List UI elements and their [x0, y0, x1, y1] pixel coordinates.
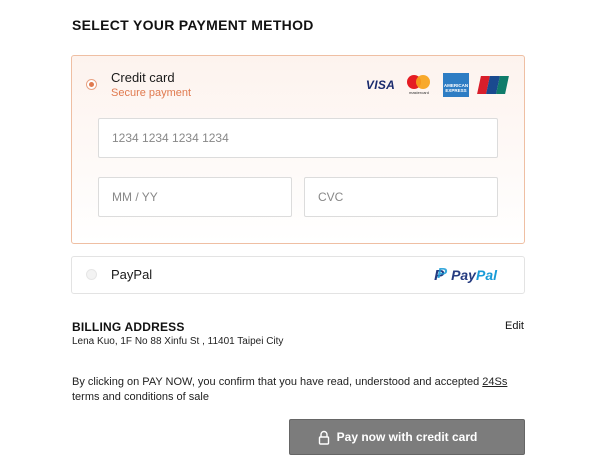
- paypal-wordmark: PayPal: [451, 267, 497, 283]
- billing-address-text: Lena Kuo, 1F No 88 Xinfu St , 11401 Taip…: [72, 336, 284, 347]
- secure-payment-label: Secure payment: [111, 87, 192, 99]
- amex-logo: AMERICAN EXPRESS: [443, 73, 469, 97]
- terms-link[interactable]: 24Ss: [482, 376, 507, 388]
- paypal-option[interactable]: PayPal PP PayPal: [71, 256, 525, 294]
- visa-logo: VISA: [365, 78, 396, 92]
- card-brands: VISA mastercard AMERICAN EXPRESS: [365, 73, 509, 97]
- billing-address-title: BILLING ADDRESS: [72, 320, 185, 334]
- pay-now-label: Pay now with credit card: [336, 430, 478, 444]
- terms-notice: By clicking on PAY NOW, you confirm that…: [72, 375, 532, 405]
- radio-unselected-icon[interactable]: [86, 269, 97, 280]
- radio-selected-icon[interactable]: [86, 79, 97, 90]
- lock-icon: [318, 430, 330, 445]
- card-number-input[interactable]: 1234 1234 1234 1234: [98, 118, 498, 158]
- credit-card-label: Credit card: [111, 70, 175, 85]
- paypal-label: PayPal: [111, 267, 153, 282]
- page-title: SELECT YOUR PAYMENT METHOD: [72, 17, 314, 33]
- terms-text-before: By clicking on PAY NOW, you confirm that…: [72, 376, 483, 388]
- cvc-input[interactable]: CVC: [304, 177, 498, 217]
- terms-text-after: terms and conditions of sale: [72, 391, 209, 403]
- mastercard-logo-text: mastercard: [408, 90, 429, 95]
- unionpay-logo: [476, 73, 509, 97]
- edit-billing-link[interactable]: Edit: [505, 320, 524, 332]
- paypal-mark-icon: PP: [434, 264, 448, 284]
- pay-now-button[interactable]: Pay now with credit card: [289, 419, 525, 455]
- mastercard-logo: mastercard: [404, 73, 434, 97]
- expiry-input[interactable]: MM / YY: [98, 177, 292, 217]
- paypal-logo: PP PayPal: [434, 264, 497, 284]
